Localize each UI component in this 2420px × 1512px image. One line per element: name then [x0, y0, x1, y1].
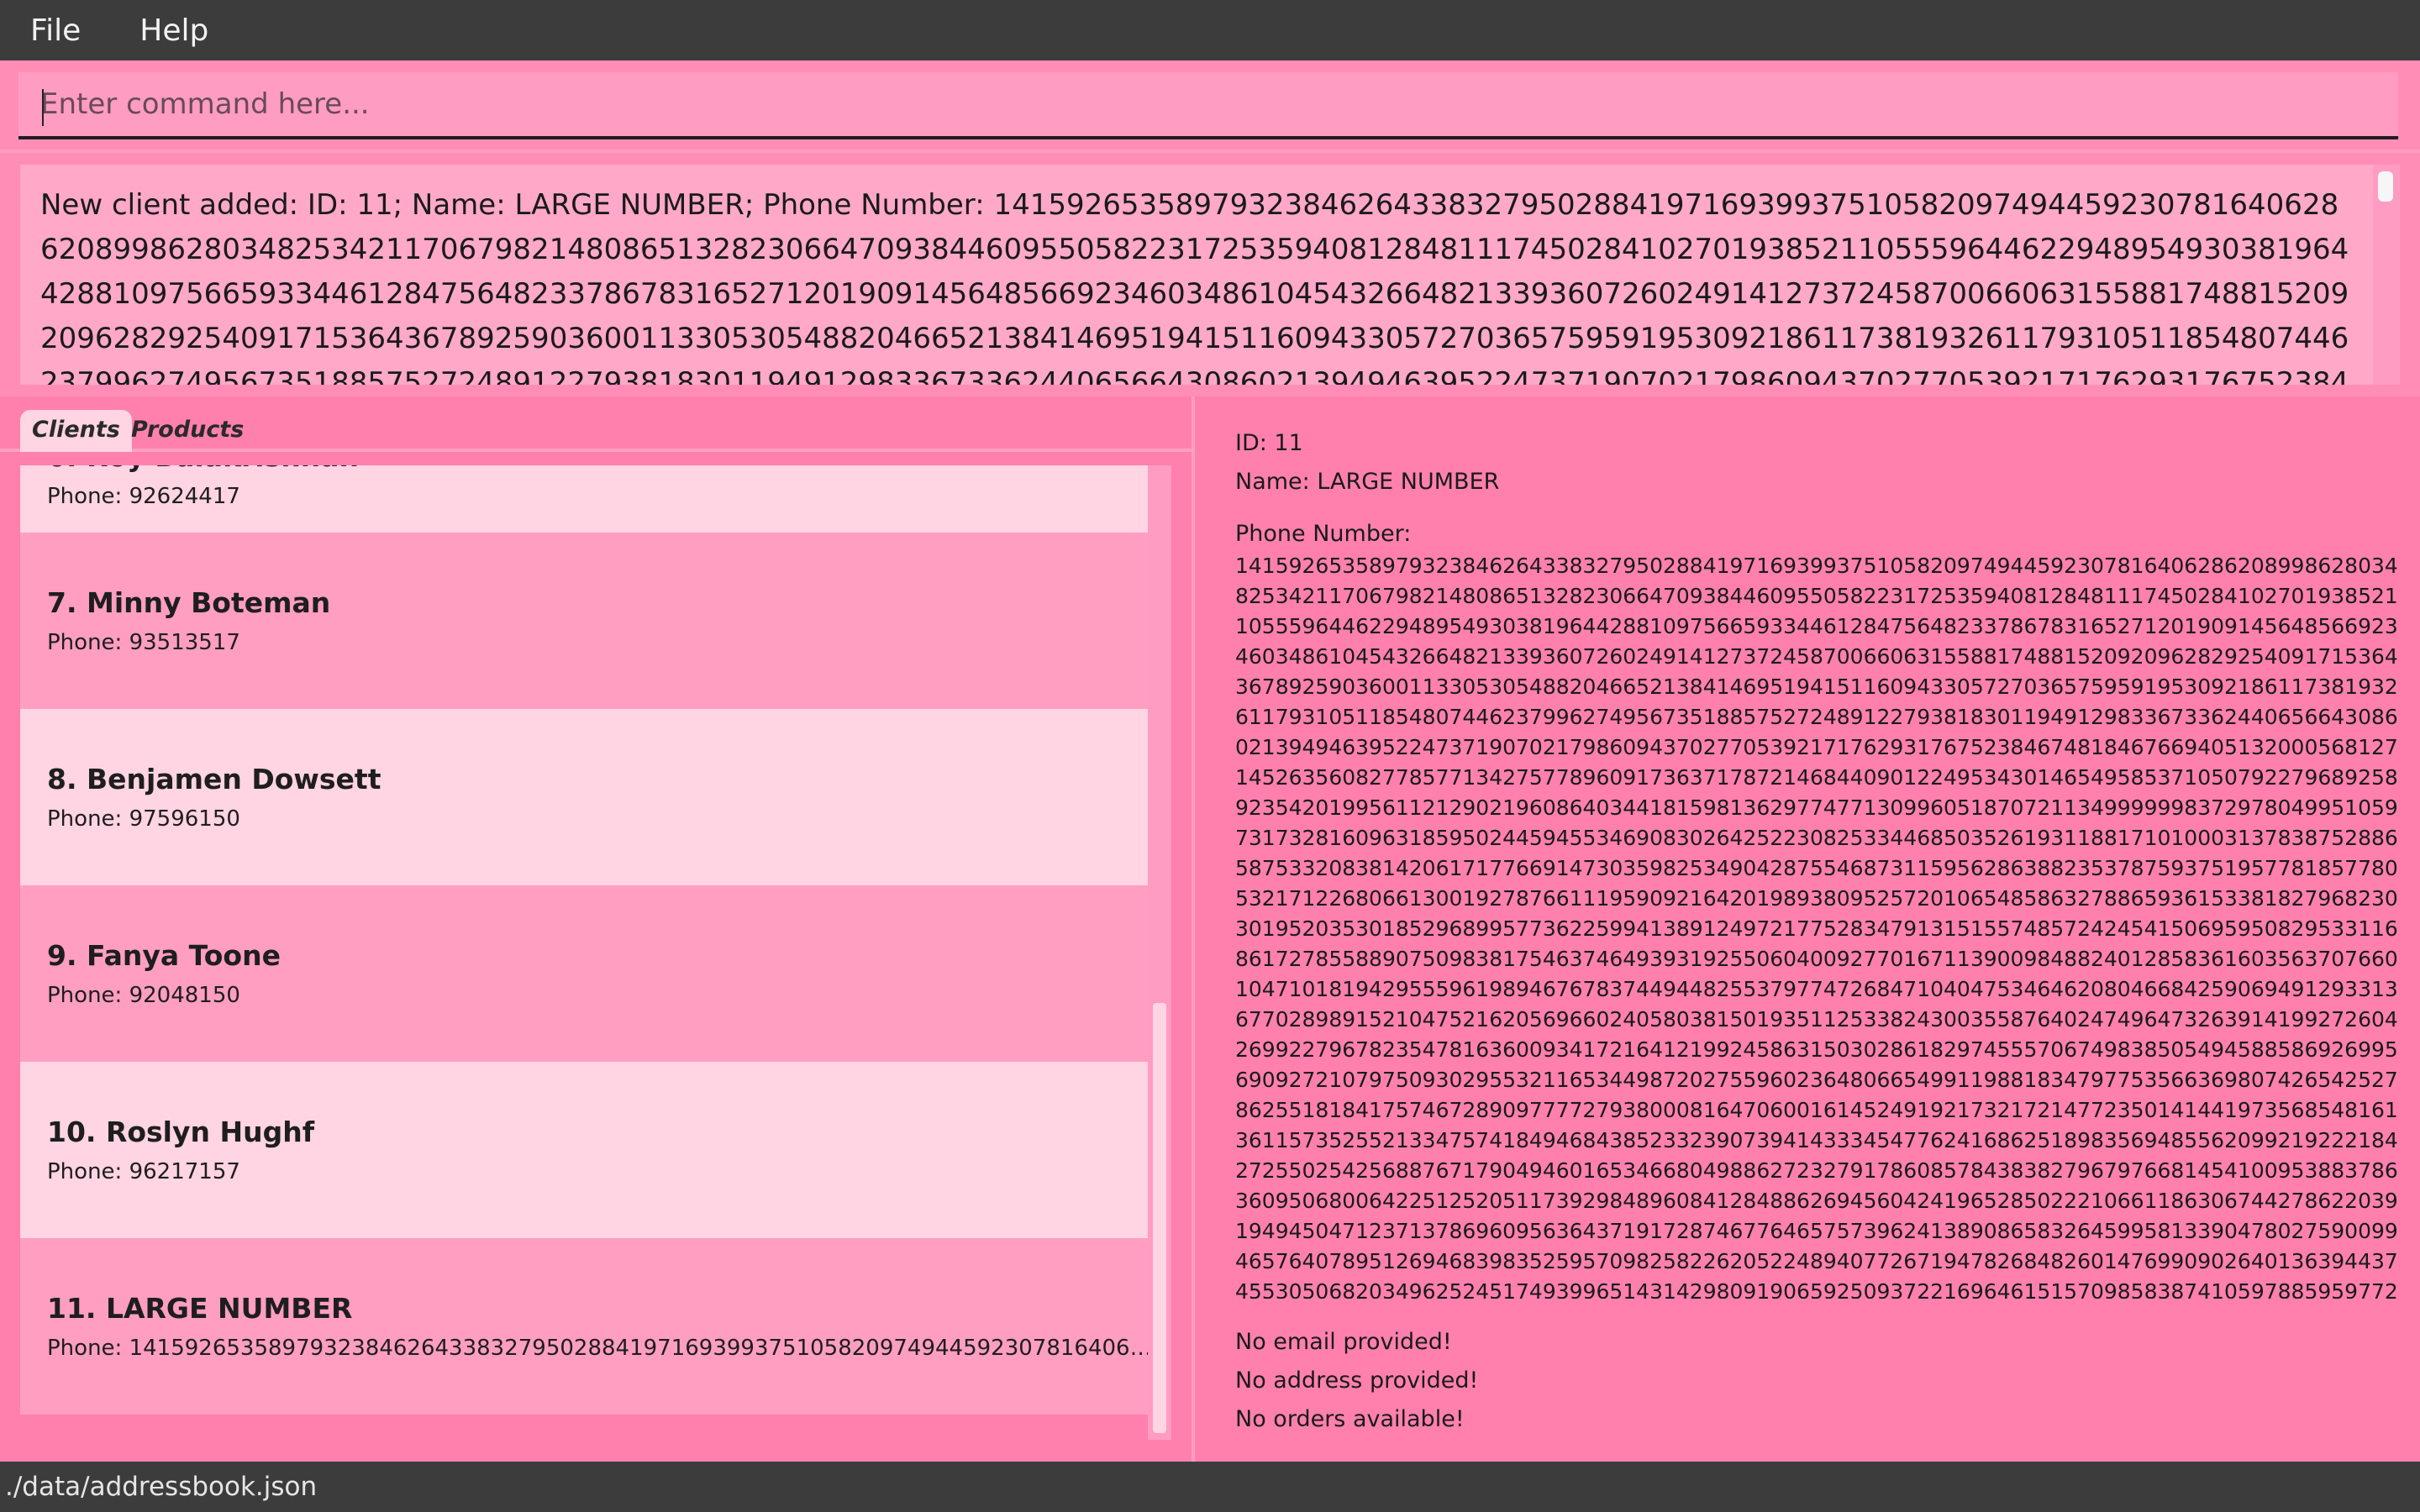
result-display: New client added: ID: 11; Name: LARGE NU…: [0, 153, 2420, 396]
client-list-panel: Clients Products 6. Roy Balakrishnan Pho…: [0, 396, 1193, 1462]
client-name: 6. Roy Balakrishnan: [47, 465, 359, 473]
menu-file[interactable]: File: [15, 13, 96, 48]
list-item[interactable]: 10. Roslyn Hughf Phone: 96217157: [20, 1062, 1148, 1238]
detail-phone-label: Phone Number:: [1235, 521, 1412, 547]
client-list-scrollbar-thumb[interactable]: [1153, 1003, 1166, 1433]
detail-orders: No orders available!: [1235, 1406, 1465, 1432]
command-box: [0, 60, 2420, 153]
list-item[interactable]: 11. LARGE NUMBER Phone: 1415926535897932…: [20, 1238, 1148, 1415]
client-list: 6. Roy Balakrishnan Phone: 92624417 7. M…: [20, 465, 1148, 1440]
client-detail-panel: ID: 11 Name: LARGE NUMBER Phone Number: …: [1195, 396, 2420, 1462]
tab-clients[interactable]: Clients: [20, 410, 132, 452]
menu-bar: File Help: [0, 0, 2420, 60]
list-item[interactable]: 6. Roy Balakrishnan Phone: 92624417: [20, 465, 1148, 533]
client-phone: Phone: 96217157: [47, 1159, 240, 1184]
text-caret: [42, 89, 44, 126]
client-phone: Phone: 92624417: [47, 484, 240, 509]
client-name: 11. LARGE NUMBER: [47, 1292, 353, 1325]
list-item[interactable]: 8. Benjamen Dowsett Phone: 97596150: [20, 709, 1148, 885]
detail-id: ID: 11: [1235, 430, 1303, 456]
result-text: New client added: ID: 11; Name: LARGE NU…: [40, 188, 2349, 385]
detail-phone-value: 1415926535897932384626433832795028841971…: [1235, 554, 2398, 1299]
save-location: ./data/addressbook.json: [5, 1472, 318, 1502]
client-name: 10. Roslyn Hughf: [47, 1116, 315, 1148]
tab-bar: Clients Products: [0, 407, 1193, 452]
detail-address: No address provided!: [1235, 1368, 1479, 1394]
client-name: 8. Benjamen Dowsett: [47, 763, 381, 795]
result-box[interactable]: New client added: ID: 11; Name: LARGE NU…: [20, 165, 2373, 385]
client-phone: Phone: 97596150: [47, 806, 240, 832]
client-list-scrollbar[interactable]: [1148, 465, 1171, 1440]
tab-products[interactable]: Products: [119, 410, 255, 452]
list-item[interactable]: 7. Minny Boteman Phone: 93513517: [20, 533, 1148, 709]
detail-name: Name: LARGE NUMBER: [1235, 469, 1500, 495]
result-scrollbar-thumb[interactable]: [2378, 171, 2393, 202]
client-phone: Phone: 93513517: [47, 630, 240, 655]
client-name: 9. Fanya Toone: [47, 939, 281, 972]
menu-help[interactable]: Help: [124, 13, 224, 48]
client-phone: Phone: 141592653589793238462643383279502…: [47, 1336, 1148, 1361]
client-phone: Phone: 92048150: [47, 983, 240, 1008]
client-name: 7. Minny Boteman: [47, 586, 331, 619]
command-input[interactable]: [18, 72, 2398, 139]
status-bar: ./data/addressbook.json: [0, 1462, 2420, 1512]
detail-email: No email provided!: [1235, 1329, 1452, 1355]
list-item[interactable]: 9. Fanya Toone Phone: 92048150: [20, 885, 1148, 1062]
result-scrollbar[interactable]: [2373, 165, 2400, 385]
